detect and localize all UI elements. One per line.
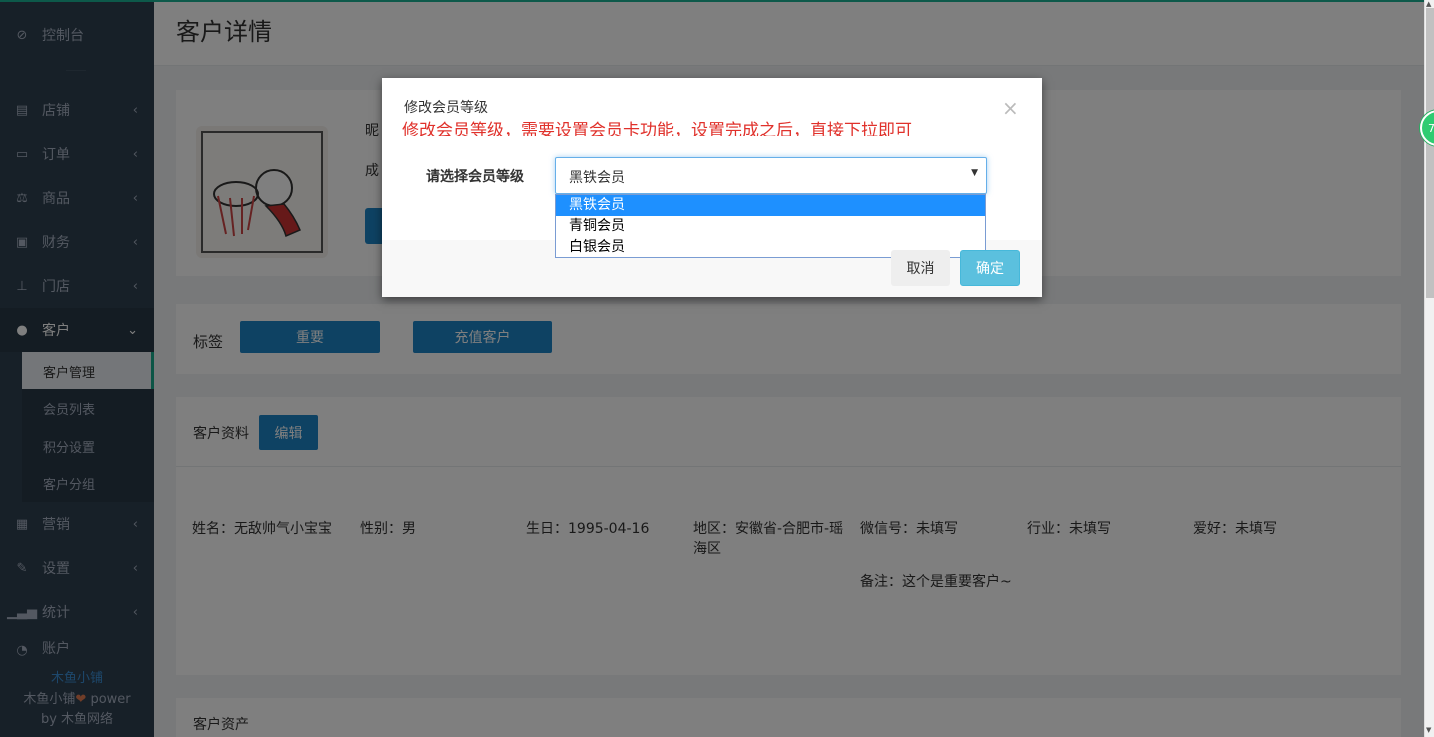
confirm-button[interactable]: 确定 <box>960 250 1020 286</box>
scrollbar-thumb[interactable] <box>1426 8 1434 298</box>
cancel-button[interactable]: 取消 <box>891 250 950 286</box>
modal-header: 修改会员等级 修改会员等级，需要设置会员卡功能，设置完成之后，直接下拉即可 × <box>382 78 1042 141</box>
dropdown-arrow-icon: ▼ <box>971 168 978 178</box>
close-icon[interactable]: × <box>1002 96 1019 120</box>
modal-title: 修改会员等级 <box>404 100 488 116</box>
option-iron[interactable]: 黑铁会员 <box>556 195 985 216</box>
select-value: 黑铁会员 <box>569 170 625 186</box>
member-level-label: 请选择会员等级 <box>426 169 524 185</box>
scroll-up-arrow-icon[interactable]: ▲ <box>1426 0 1431 8</box>
member-level-modal: 修改会员等级 修改会员等级，需要设置会员卡功能，设置完成之后，直接下拉即可 × … <box>382 78 1042 297</box>
member-level-options: 黑铁会员 青铜会员 白银会员 <box>555 194 986 258</box>
scroll-down-arrow-icon[interactable]: ▼ <box>1426 726 1431 734</box>
option-bronze[interactable]: 青铜会员 <box>556 216 985 237</box>
member-level-select[interactable]: 黑铁会员 ▼ <box>555 157 987 194</box>
